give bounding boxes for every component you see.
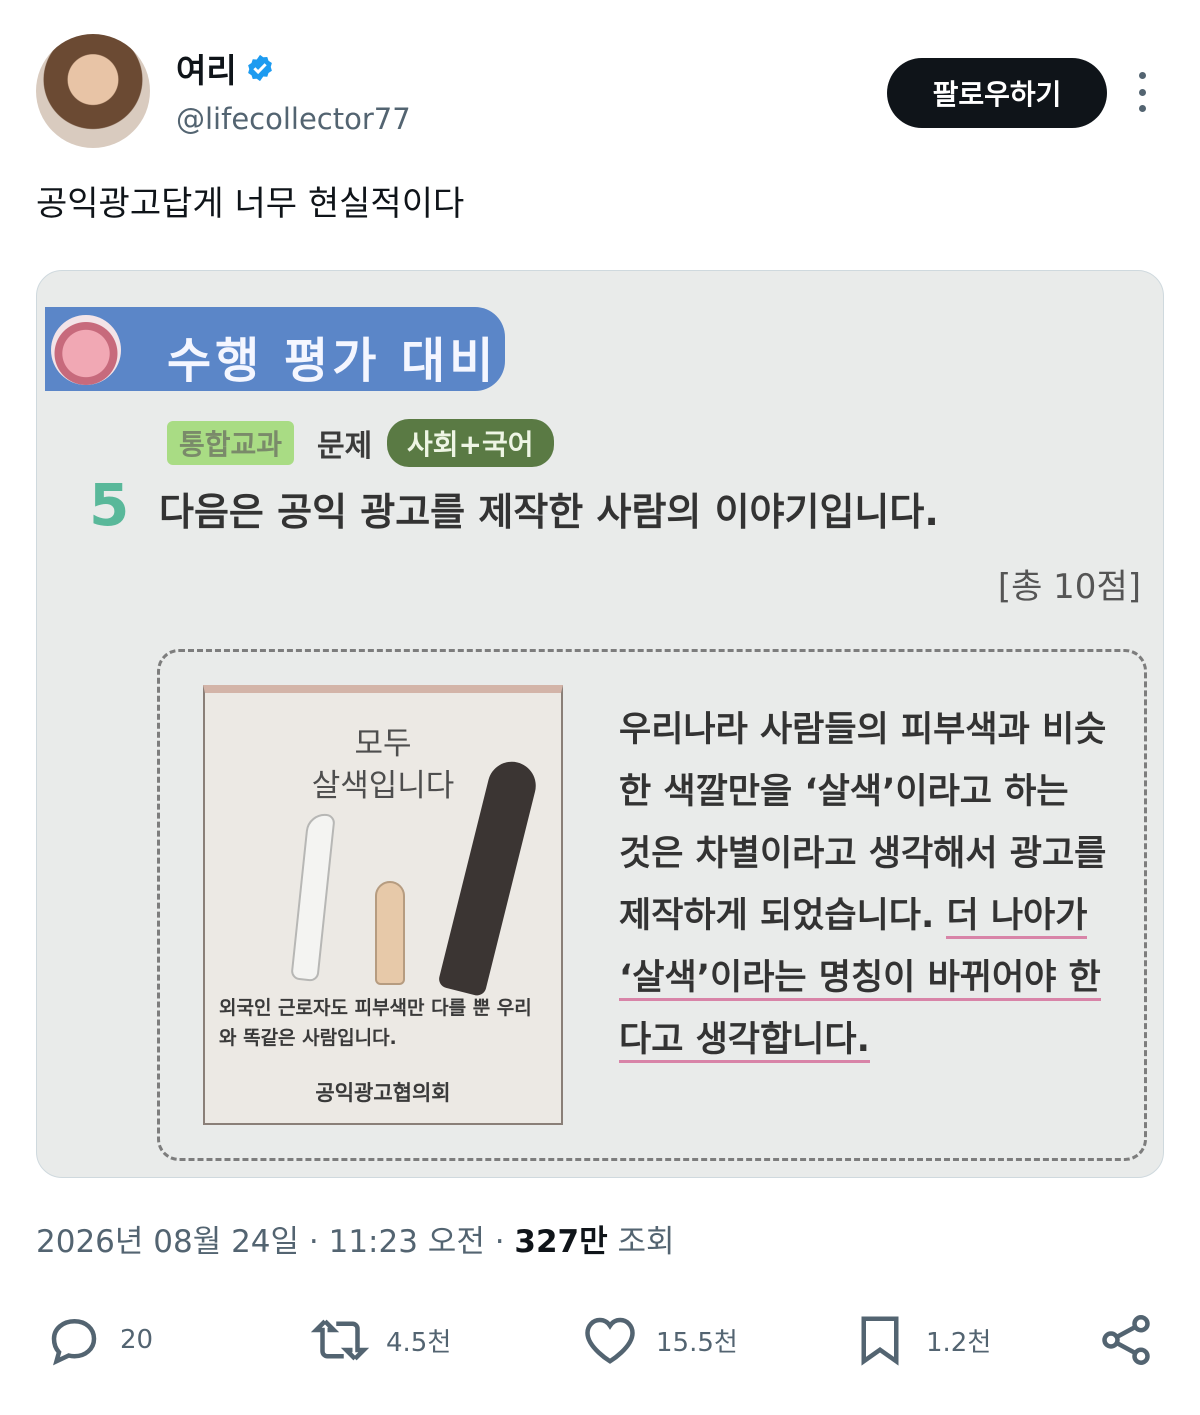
view-count: 327만 — [514, 1224, 608, 1260]
question-text: 다음은 공익 광고를 제작한 사람의 이야기입니다. — [159, 490, 939, 534]
score-text: [총 10점] — [997, 567, 1141, 607]
peach-crayon-icon — [375, 881, 405, 985]
heart-icon — [585, 1317, 635, 1364]
question-number: 5 — [89, 471, 130, 539]
reply-icon — [51, 1318, 97, 1366]
like-button[interactable]: 15.5천 — [580, 1312, 738, 1368]
reply-button[interactable]: 20 — [44, 1312, 153, 1368]
share-icon — [1102, 1315, 1150, 1365]
verified-badge-icon — [247, 54, 272, 82]
user-name-row: 여리 — [176, 44, 275, 92]
tweet-meta: 2026년 08월 24일 · 11:23 오전 · 327만 조회 — [36, 1216, 675, 1261]
tweet-date[interactable]: 2026년 08월 24일 · 11:23 오전 · — [36, 1224, 514, 1260]
user-handle[interactable]: @lifecollector77 — [176, 102, 411, 136]
explanation-paragraph: 우리나라 사람들의 피부색과 비슷한 색깔만을 ‘살색’이라고 하는 것은 차별… — [619, 699, 1109, 1071]
media-tag-word: 문제 — [317, 429, 373, 464]
white-crayon-icon — [290, 811, 336, 983]
view-label: 조회 — [607, 1224, 675, 1260]
media-banner-text: 수행 평가 대비 — [167, 333, 498, 389]
display-name[interactable]: 여리 — [176, 44, 237, 92]
media-tag-course: 사회+국어 — [387, 419, 554, 467]
retweet-button[interactable]: 4.5천 — [310, 1312, 451, 1368]
share-button[interactable] — [1096, 1312, 1156, 1368]
ad-poster: 모두 살색입니다 외국인 근로자도 피부색만 다를 뿐 우리와 똑같은 사람입니… — [203, 685, 563, 1125]
avatar[interactable] — [36, 34, 150, 148]
tweet-media-image[interactable]: 수행 평가 대비 통합교과 문제 사회+국어 5 다음은 공익 광고를 제작한 … — [36, 270, 1164, 1178]
bookmark-count: 1.2천 — [926, 1327, 992, 1358]
ad-org: 공익광고협의회 — [315, 1081, 451, 1105]
follow-button[interactable]: 팔로우하기 — [887, 58, 1107, 128]
bookmark-button[interactable]: 1.2천 — [850, 1312, 991, 1368]
character-icon — [51, 315, 121, 385]
bookmark-icon — [861, 1316, 899, 1366]
media-tag-subject: 통합교과 — [167, 421, 295, 465]
retweet-icon — [310, 1319, 370, 1361]
retweet-count: 4.5천 — [386, 1327, 452, 1358]
ad-caption: 외국인 근로자도 피부색만 다를 뿐 우리와 똑같은 사람입니다. — [219, 997, 532, 1049]
like-count: 15.5천 — [656, 1327, 738, 1358]
reply-count: 20 — [120, 1325, 154, 1355]
tweet-text: 공익광고답게 너무 현실적이다 — [36, 184, 465, 224]
more-options-icon[interactable] — [1122, 66, 1162, 118]
